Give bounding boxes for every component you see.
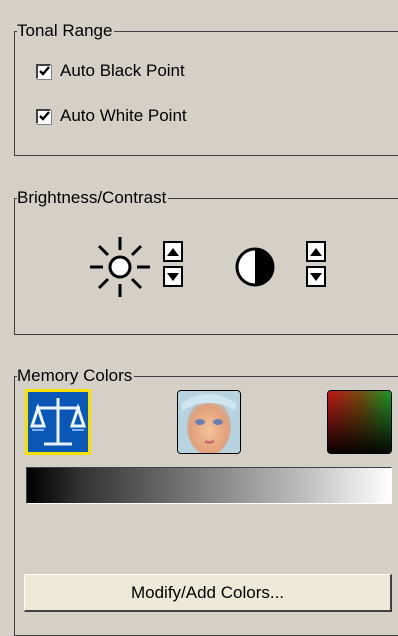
color-gradient-swatch-icon [328,391,391,453]
arrow-up-icon [310,247,322,256]
balance-scale-icon[interactable] [25,389,91,455]
tonal-range-group: Tonal Range [14,21,398,156]
checkmark-icon [38,66,50,76]
brightness-spinner[interactable] [163,241,183,289]
contrast-down-button[interactable] [306,266,326,287]
sun-icon [90,237,150,297]
brightness-up-button[interactable] [163,241,183,262]
memory-colors-title: Memory Colors [17,366,135,386]
auto-white-point-label: Auto White Point [60,106,187,125]
contrast-spinner[interactable] [306,241,326,289]
color-spectrum-icon[interactable] [327,390,392,454]
auto-white-point-checkbox-row[interactable]: Auto White Point [36,105,187,127]
auto-black-point-label: Auto Black Point [60,61,185,80]
auto-white-point-checkbox[interactable] [36,108,51,124]
tonal-range-title: Tonal Range [17,21,115,41]
skin-tone-face-icon[interactable] [177,390,241,454]
contrast-up-button[interactable] [306,241,326,262]
modify-add-colors-button[interactable]: Modify/Add Colors... [24,574,392,612]
auto-black-point-checkbox[interactable] [36,63,51,79]
brightness-contrast-group: Brightness/Contrast [14,188,398,335]
arrow-down-icon [167,272,179,281]
brightness-down-button[interactable] [163,266,183,287]
arrow-up-icon [167,247,179,256]
brightness-contrast-title: Brightness/Contrast [17,188,169,208]
face-photo-icon [178,391,240,453]
arrow-down-icon [310,272,322,281]
checkmark-icon [38,111,50,121]
auto-black-point-checkbox-row[interactable]: Auto Black Point [36,60,185,82]
contrast-icon [235,247,275,287]
balance-scale-glyph-icon [29,398,87,446]
memory-color-gradient-bar [26,467,392,504]
